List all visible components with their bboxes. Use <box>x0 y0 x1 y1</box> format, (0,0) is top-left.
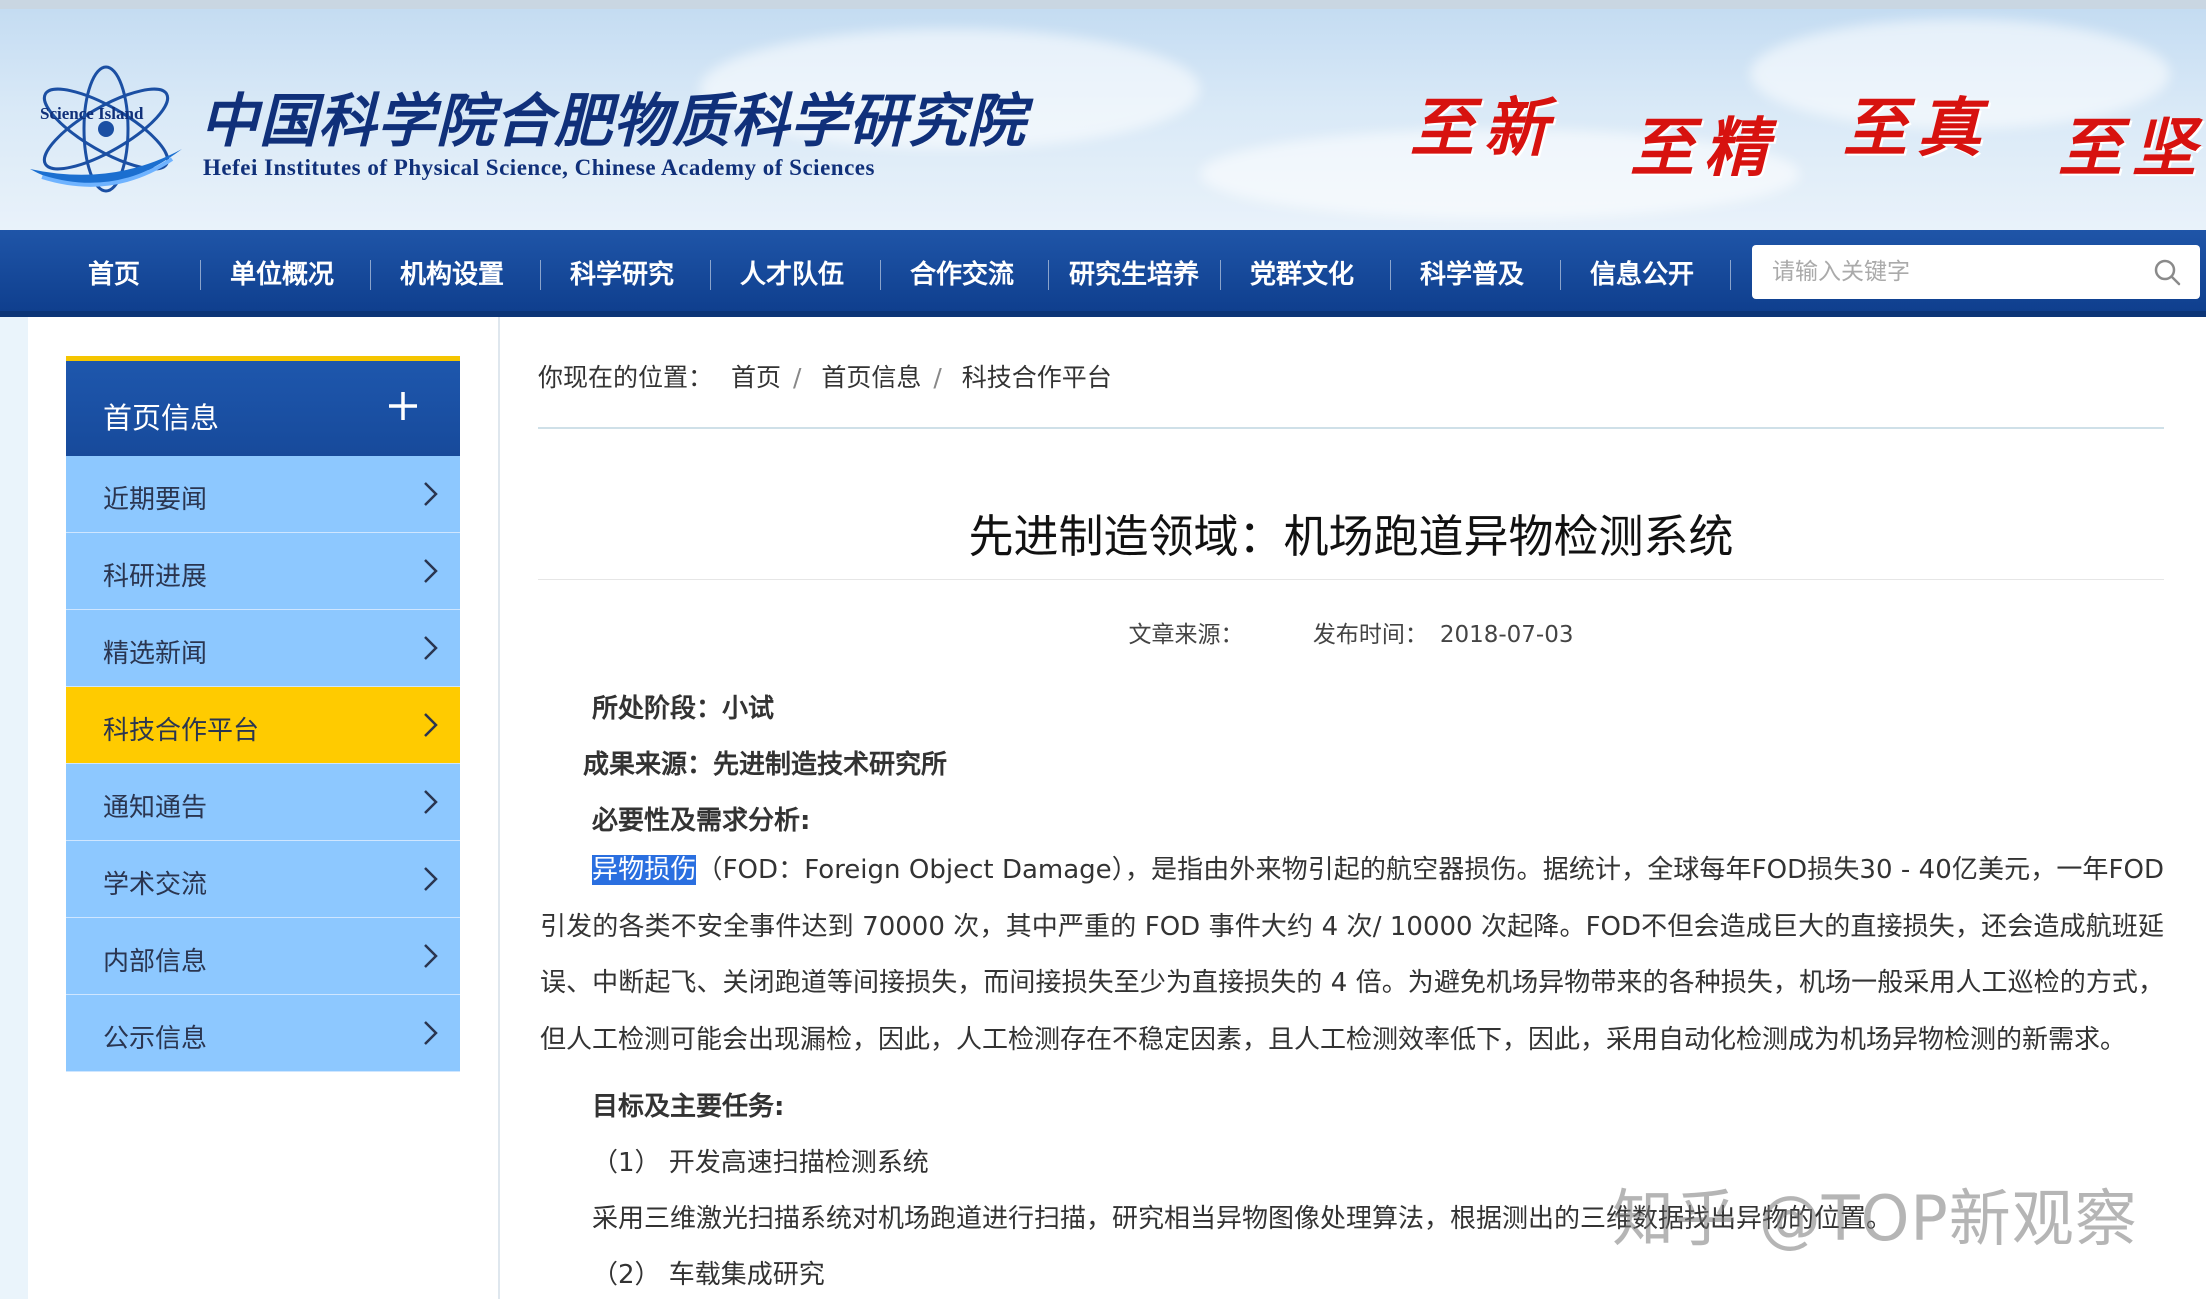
chevron-right-icon <box>424 482 438 506</box>
breadcrumb-prefix: 你现在的位置： <box>538 363 714 392</box>
sidebar-item-notices[interactable]: 通知通告 <box>66 764 460 841</box>
nav-separator <box>1730 260 1731 290</box>
org-name-en: Hefei Institutes of Physical Science, Ch… <box>203 155 875 180</box>
nav-separator <box>880 260 881 290</box>
sidebar-item-featured-news[interactable]: 精选新闻 <box>66 610 460 687</box>
sidebar-item-label: 科研进展 <box>103 562 208 592</box>
nav-separator <box>1390 260 1391 290</box>
nav-item-structure[interactable]: 机构设置 <box>382 230 522 311</box>
nav-item-overview[interactable]: 单位概况 <box>212 230 352 311</box>
need-text: （FOD：Foreign Object Damage），是指由外来物引起的航空器… <box>540 855 2164 1055</box>
search-icon[interactable] <box>2152 257 2182 287</box>
plus-icon[interactable] <box>386 389 420 423</box>
chevron-right-icon <box>424 867 438 891</box>
need-heading: 必要性及需求分析: <box>592 806 811 836</box>
sidebar-item-internal[interactable]: 内部信息 <box>66 918 460 995</box>
chevron-right-icon <box>424 559 438 583</box>
motto-4: 至坚 <box>2058 111 2206 186</box>
sidebar: 首页信息 近期要闻 科研进展 精选新闻 科技合作平台 通知通告 学术交流 内部信… <box>66 356 460 1072</box>
breadcrumb-divider <box>538 427 2164 429</box>
sidebar-item-label: 近期要闻 <box>103 485 208 515</box>
sidebar-item-recent-news[interactable]: 近期要闻 <box>66 456 460 533</box>
breadcrumb-current[interactable]: 科技合作平台 <box>962 363 1112 392</box>
task-1: （1） 开发高速扫描检测系统 <box>592 1148 929 1178</box>
nav-separator <box>710 260 711 290</box>
nav-item-home[interactable]: 首页 <box>44 230 184 311</box>
top-border <box>0 0 2206 9</box>
sidebar-item-label: 学术交流 <box>103 870 208 900</box>
zhihu-watermark: 知乎 @TOP新观察 <box>1612 1182 2138 1255</box>
stage-line: 所处阶段：小试 <box>592 694 775 724</box>
sidebar-header: 首页信息 <box>66 356 460 456</box>
logo-badge-text: Science Island <box>40 104 144 123</box>
article-title: 先进制造领域：机场跑道异物检测系统 <box>968 510 1734 563</box>
sidebar-item-label: 科技合作平台 <box>103 716 260 746</box>
site-header: Science Island 中国科学院合肥物质科学研究院 Hefei Inst… <box>0 9 2206 230</box>
publish-date: 2018-07-03 <box>1439 622 1574 648</box>
chevron-right-icon <box>424 636 438 660</box>
motto-1: 至新 <box>1410 91 1558 166</box>
nav-separator <box>540 260 541 290</box>
breadcrumb: 你现在的位置： 首页 / 首页信息 / 科技合作平台 <box>538 363 1112 392</box>
motto-3: 至真 <box>1843 91 1991 166</box>
org-name-cn[interactable]: 中国科学院合肥物质科学研究院 <box>200 74 1026 158</box>
science-island-logo-icon[interactable] <box>22 59 190 199</box>
nav-separator <box>1560 260 1561 290</box>
chevron-right-icon <box>424 944 438 968</box>
article-meta: 文章来源： 发布时间： 2018-07-03 <box>538 615 2164 649</box>
search-input[interactable] <box>1772 255 2142 289</box>
nav-separator <box>1220 260 1221 290</box>
origin-line: 成果来源：先进制造技术研究所 <box>583 750 948 780</box>
nav-separator <box>1048 260 1049 290</box>
sidebar-item-research-progress[interactable]: 科研进展 <box>66 533 460 610</box>
motto-2: 至精 <box>1630 111 1778 186</box>
nav-item-talent[interactable]: 人才队伍 <box>722 230 862 311</box>
sidebar-title: 首页信息 <box>103 401 220 435</box>
date-label: 发布时间： <box>1312 622 1428 648</box>
nav-item-party[interactable]: 党群文化 <box>1232 230 1372 311</box>
goal-heading: 目标及主要任务: <box>592 1092 785 1122</box>
nav-item-science-pop[interactable]: 科学普及 <box>1402 230 1542 311</box>
source-label: 文章来源： <box>1128 622 1244 648</box>
nav-item-graduate[interactable]: 研究生培养 <box>1054 230 1214 311</box>
nav-item-research[interactable]: 科学研究 <box>552 230 692 311</box>
need-paragraph: 异物损伤（FOD：Foreign Object Damage），是指由外来物引起… <box>540 842 2164 1068</box>
nav-item-info[interactable]: 信息公开 <box>1572 230 1712 311</box>
breadcrumb-home[interactable]: 首页 <box>731 363 781 392</box>
title-divider <box>538 579 2164 580</box>
nav-item-cooperation[interactable]: 合作交流 <box>892 230 1032 311</box>
sidebar-item-public[interactable]: 公示信息 <box>66 995 460 1072</box>
nav-separator <box>200 260 201 290</box>
sidebar-item-academic[interactable]: 学术交流 <box>66 841 460 918</box>
chevron-right-icon <box>424 713 438 737</box>
sidebar-item-label: 公示信息 <box>103 1024 208 1054</box>
breadcrumb-section[interactable]: 首页信息 <box>821 363 921 392</box>
sidebar-item-label: 精选新闻 <box>103 639 208 669</box>
chevron-right-icon <box>424 790 438 814</box>
sidebar-item-label: 通知通告 <box>103 793 208 823</box>
search-box <box>1752 245 2200 299</box>
sidebar-item-label: 内部信息 <box>103 947 208 977</box>
highlighted-text[interactable]: 异物损伤 <box>592 855 697 885</box>
task-2: （2） 车载集成研究 <box>592 1260 825 1290</box>
sidebar-item-tech-platform[interactable]: 科技合作平台 <box>66 687 460 764</box>
chevron-right-icon <box>424 1021 438 1045</box>
nav-separator <box>370 260 371 290</box>
